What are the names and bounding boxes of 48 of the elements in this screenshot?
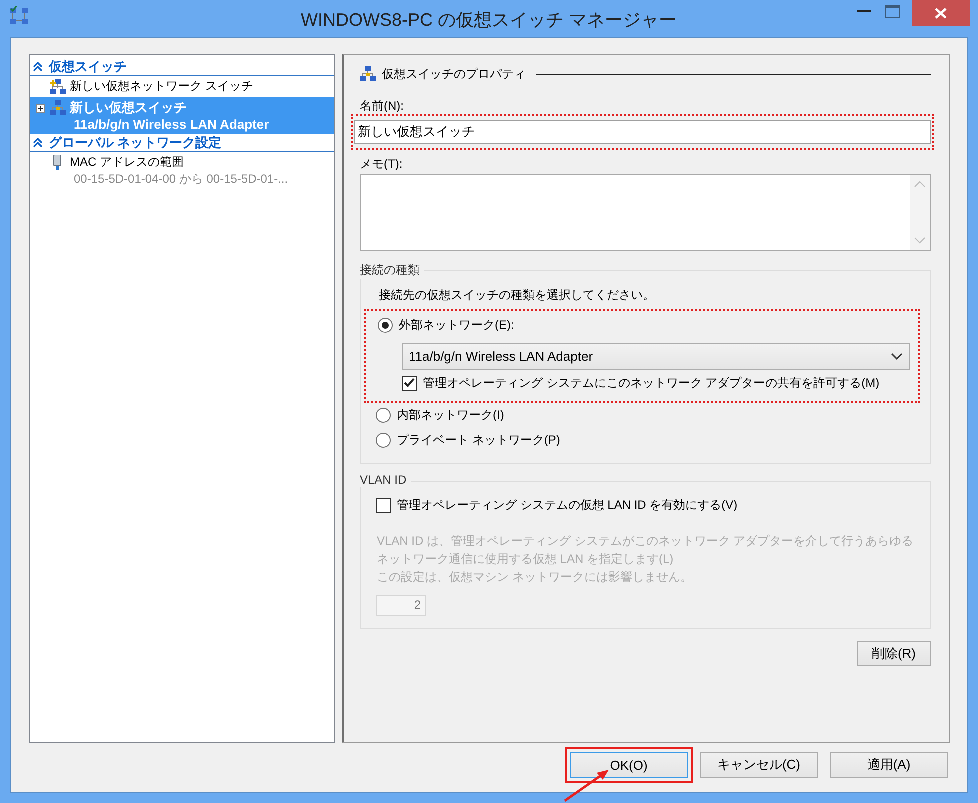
checkbox-label: 管理オペレーティング システムの仮想 LAN ID を有効にする(V) bbox=[397, 496, 738, 514]
vlan-id-field[interactable]: 2 bbox=[376, 595, 426, 616]
checkbox-label: 管理オペレーティング システムにこのネットワーク アダプターの共有を許可する(M) bbox=[423, 374, 880, 392]
section-header[interactable]: 仮想スイッチ bbox=[30, 58, 334, 76]
dialog-button[interactable]: キャンセル(C) bbox=[700, 752, 818, 778]
dialog-button[interactable]: 適用(A) bbox=[830, 752, 948, 778]
delete-button[interactable]: 削除(R) bbox=[857, 641, 931, 666]
field-label: 名前(N): bbox=[360, 98, 405, 114]
collapse-icon bbox=[33, 138, 43, 148]
group-title: 接続の種類 bbox=[360, 262, 424, 279]
section-heading: 仮想スイッチのプロパティ bbox=[382, 66, 526, 82]
section-title: 仮想スイッチ bbox=[49, 58, 127, 76]
adapter-dropdown[interactable]: 11a/b/g/n Wireless LAN Adapter bbox=[402, 343, 910, 370]
radio-button[interactable] bbox=[378, 318, 393, 333]
network-switch-icon bbox=[360, 66, 376, 82]
item-label: 新しい仮想スイッチ bbox=[70, 99, 188, 117]
collapse-icon bbox=[33, 62, 43, 72]
close-icon bbox=[935, 8, 947, 18]
maximize-icon bbox=[885, 4, 900, 18]
group-title: VLAN ID bbox=[360, 473, 411, 487]
checkbox[interactable] bbox=[376, 498, 391, 512]
item-label: MAC アドレスの範囲 bbox=[70, 154, 185, 171]
window-title: WINDOWS8-PC の仮想スイッチ マネージャー bbox=[301, 9, 677, 32]
description-text: VLAN ID は、管理オペレーティング システムがこのネットワーク アダプターを介して行うあらゆるネットワーク通信に使用する仮想 LAN を指定します(L) bbox=[377, 533, 915, 568]
section-title: グローバル ネットワーク設定 bbox=[49, 134, 222, 152]
radio-label: 外部ネットワーク(E): bbox=[399, 317, 514, 334]
instruction-text: 接続先の仮想スイッチの種類を選択してください。 bbox=[379, 287, 656, 304]
item-detail: 00-15-5D-01-04-00 から 00-15-5D-01-... bbox=[74, 171, 290, 188]
check-icon bbox=[404, 378, 415, 388]
tree-item[interactable]: MAC アドレスの範囲 00-15-5D-01-04-00 から 00-15-5D-01-... bbox=[30, 152, 334, 190]
radio-label: プライベート ネットワーク(P) bbox=[397, 432, 560, 449]
expand-icon[interactable] bbox=[36, 104, 45, 112]
tree-item[interactable]: 新しい仮想ネットワーク スイッチ bbox=[30, 76, 334, 97]
dialog-button[interactable]: OK(O) bbox=[570, 752, 688, 778]
item-detail: 11a/b/g/n Wireless LAN Adapter bbox=[74, 117, 270, 132]
field-label: メモ(T): bbox=[360, 156, 404, 172]
switch-add-icon bbox=[50, 78, 66, 94]
network-switch-icon bbox=[50, 100, 66, 116]
description-text: この設定は、仮想マシン ネットワークには影響しません。 bbox=[377, 569, 694, 586]
close-button[interactable] bbox=[912, 0, 970, 26]
radio-button[interactable] bbox=[376, 408, 391, 423]
minimize-icon bbox=[856, 10, 870, 12]
section-header[interactable]: グローバル ネットワーク設定 bbox=[30, 134, 334, 152]
radio-button[interactable] bbox=[376, 433, 391, 448]
radio-label: 内部ネットワーク(I) bbox=[397, 407, 504, 424]
checkbox[interactable] bbox=[402, 376, 417, 390]
item-label: 新しい仮想ネットワーク スイッチ bbox=[70, 78, 254, 95]
name-field[interactable]: 新しい仮想スイッチ bbox=[354, 120, 931, 144]
